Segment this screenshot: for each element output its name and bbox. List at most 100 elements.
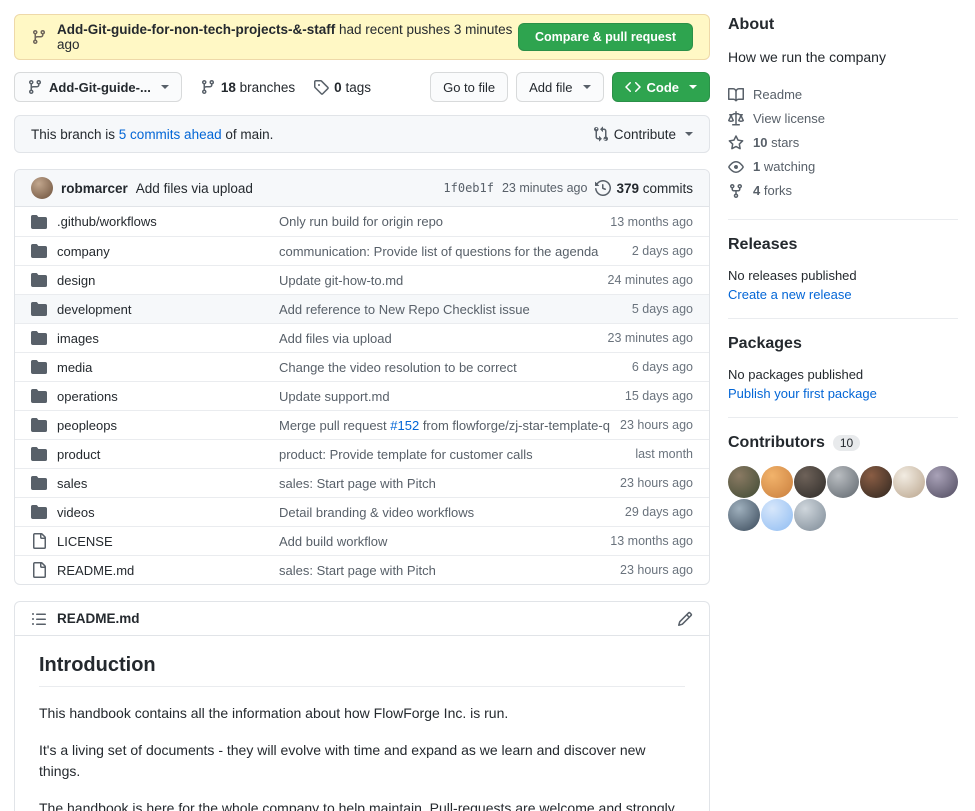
file-row[interactable]: operations Update support.md 15 days ago (15, 381, 709, 410)
file-row[interactable]: company communication: Provide list of q… (15, 236, 709, 265)
file-commit-message[interactable]: communication: Provide list of questions… (279, 244, 622, 259)
commit-message[interactable]: Add files via upload (136, 181, 253, 196)
contributors-title[interactable]: Contributors (728, 434, 825, 452)
edit-readme-button[interactable] (677, 611, 693, 627)
git-branch-icon (31, 29, 47, 45)
file-row[interactable]: peopleops Merge pull request #152 from f… (15, 410, 709, 439)
file-row[interactable]: media Change the video resolution to be … (15, 352, 709, 381)
sidebar-item-watching[interactable]: 1 watching (728, 155, 958, 179)
contributor-avatar[interactable] (761, 499, 793, 531)
tags-link[interactable]: 0 tags (313, 79, 371, 95)
file-name[interactable]: development (57, 302, 269, 317)
file-row[interactable]: design Update git-how-to.md 24 minutes a… (15, 265, 709, 294)
file-name[interactable]: company (57, 244, 269, 259)
file-commit-time: 15 days ago (625, 389, 693, 403)
branches-label: branches (240, 80, 296, 95)
file-commit-message[interactable]: Detail branding & video workflows (279, 505, 615, 520)
code-label: Code (647, 80, 680, 95)
file-commit-message[interactable]: Add build workflow (279, 534, 600, 549)
pencil-icon (677, 611, 693, 627)
file-name[interactable]: sales (57, 476, 269, 491)
contributor-avatar[interactable] (728, 499, 760, 531)
file-row[interactable]: development Add reference to New Repo Ch… (15, 294, 709, 323)
go-to-file-button[interactable]: Go to file (430, 72, 508, 102)
file-name[interactable]: images (57, 331, 269, 346)
create-release-link[interactable]: Create a new release (728, 287, 852, 302)
file-row[interactable]: README.md sales: Start page with Pitch 2… (15, 555, 709, 584)
branch-selector[interactable]: Add-Git-guide-... (14, 72, 182, 102)
compare-pull-request-button[interactable]: Compare & pull request (518, 23, 693, 51)
contributor-avatar[interactable] (728, 466, 760, 498)
file-row[interactable]: sales sales: Start page with Pitch 23 ho… (15, 468, 709, 497)
contributor-avatar[interactable] (794, 499, 826, 531)
contributor-avatar[interactable] (893, 466, 925, 498)
file-name[interactable]: README.md (57, 563, 269, 578)
stars-label: stars (771, 135, 799, 150)
commit-history-link[interactable]: 379 commits (595, 180, 693, 196)
chevron-down-icon (685, 132, 693, 136)
file-commit-message[interactable]: sales: Start page with Pitch (279, 563, 610, 578)
folder-icon (31, 446, 47, 462)
branch-status-bar: This branch is 5 commits ahead of main. … (14, 115, 710, 153)
file-commit-message[interactable]: sales: Start page with Pitch (279, 476, 610, 491)
readme-file-title[interactable]: README.md (57, 611, 140, 626)
file-commit-message[interactable]: Update git-how-to.md (279, 273, 598, 288)
packages-title[interactable]: Packages (728, 335, 958, 353)
file-commit-message[interactable]: Add files via upload (279, 331, 598, 346)
file-row[interactable]: .github/workflows Only run build for ori… (15, 207, 709, 236)
contributors-avatars (728, 466, 958, 531)
contributor-avatar[interactable] (794, 466, 826, 498)
commits-ahead-link[interactable]: 5 commits ahead (119, 127, 222, 142)
folder-icon (31, 504, 47, 520)
branches-link[interactable]: 18 branches (200, 79, 295, 95)
sidebar-item-stars[interactable]: 10 stars (728, 131, 958, 155)
folder-icon (31, 243, 47, 259)
sidebar-item-readme[interactable]: Readme (728, 83, 958, 107)
file-commit-message[interactable]: Update support.md (279, 389, 615, 404)
file-commit-message[interactable]: Add reference to New Repo Checklist issu… (279, 302, 622, 317)
commit-sha[interactable]: 1f0eb1f (443, 181, 494, 195)
contribute-button[interactable]: Contribute (593, 126, 693, 142)
commits-count: 379 (616, 181, 639, 196)
releases-title[interactable]: Releases (728, 236, 958, 254)
file-commit-message[interactable]: Merge pull request #152 from flowforge/z… (279, 418, 610, 433)
publish-package-link[interactable]: Publish your first package (728, 386, 877, 401)
commit-author[interactable]: robmarcer (61, 181, 128, 196)
contributor-avatar[interactable] (827, 466, 859, 498)
star-icon (728, 135, 744, 151)
file-name[interactable]: product (57, 447, 269, 462)
file-name[interactable]: .github/workflows (57, 214, 269, 229)
file-name[interactable]: design (57, 273, 269, 288)
contributor-avatar[interactable] (926, 466, 958, 498)
file-commit-message[interactable]: Change the video resolution to be correc… (279, 360, 622, 375)
readme-content: Introduction This handbook contains all … (15, 636, 709, 811)
about-title: About (728, 16, 958, 34)
folder-icon (31, 301, 47, 317)
file-name[interactable]: media (57, 360, 269, 375)
sidebar-item-license[interactable]: View license (728, 107, 958, 131)
file-row[interactable]: videos Detail branding & video workflows… (15, 497, 709, 526)
add-file-button[interactable]: Add file (516, 72, 603, 102)
pull-request-link[interactable]: #152 (390, 418, 419, 433)
eye-icon (728, 159, 744, 175)
file-name[interactable]: operations (57, 389, 269, 404)
file-name[interactable]: LICENSE (57, 534, 269, 549)
file-name[interactable]: peopleops (57, 418, 269, 433)
file-name[interactable]: videos (57, 505, 269, 520)
code-button[interactable]: Code (612, 72, 711, 102)
contributor-avatar[interactable] (860, 466, 892, 498)
contributor-avatar[interactable] (761, 466, 793, 498)
readme-card: README.md Introduction This handbook con… (14, 601, 710, 811)
file-commit-time: 2 days ago (632, 244, 693, 258)
file-row[interactable]: product product: Provide template for cu… (15, 439, 709, 468)
commit-author-avatar[interactable] (31, 177, 53, 199)
file-row[interactable]: images Add files via upload 23 minutes a… (15, 323, 709, 352)
branch-selector-label: Add-Git-guide-... (49, 80, 151, 95)
file-commit-message[interactable]: Only run build for origin repo (279, 214, 600, 229)
law-icon (728, 111, 744, 127)
file-commit-message[interactable]: product: Provide template for customer c… (279, 447, 625, 462)
file-row[interactable]: LICENSE Add build workflow 13 months ago (15, 526, 709, 555)
folder-icon (31, 272, 47, 288)
readme-header: README.md (15, 602, 709, 636)
sidebar-item-forks[interactable]: 4 forks (728, 179, 958, 203)
